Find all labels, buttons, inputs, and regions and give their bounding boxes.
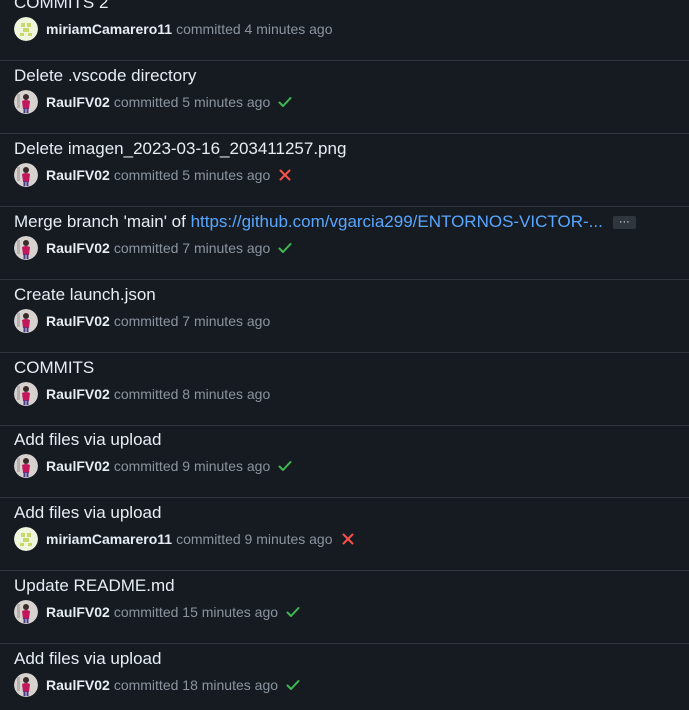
author-link[interactable]: RaulFV02 [46, 94, 110, 110]
commit-meta: RaulFV02 committed 9 minutes ago [14, 454, 293, 478]
commit-row[interactable]: Add files via upload miriamCamarero11 comm… [0, 499, 689, 571]
commit-meta: miriamCamarero11 committed 9 minutes ago [14, 527, 356, 551]
commit-action: committed [113, 94, 179, 110]
commit-message[interactable]: Add files via upload [14, 503, 161, 522]
commit-title[interactable]: Add files via upload [14, 649, 161, 669]
check-icon[interactable] [277, 458, 293, 474]
author-link[interactable]: RaulFV02 [46, 240, 110, 256]
commit-meta: RaulFV02 committed 5 minutes ago [14, 90, 293, 114]
commit-row[interactable]: Delete imagen_2023-03-16_203411257.png Ra… [0, 135, 689, 207]
author-link[interactable]: RaulFV02 [46, 313, 110, 329]
commit-row[interactable]: Update README.md RaulFV02 committed 15 min… [0, 572, 689, 644]
avatar[interactable] [14, 527, 38, 551]
commit-row[interactable]: COMMITS RaulFV02 committed 8 minutes ago [0, 354, 689, 426]
relative-time[interactable]: 7 minutes ago [182, 240, 270, 256]
author-link[interactable]: RaulFV02 [46, 604, 110, 620]
avatar[interactable] [14, 163, 38, 187]
relative-time[interactable]: 9 minutes ago [182, 458, 270, 474]
check-icon[interactable] [277, 94, 293, 110]
commit-message[interactable]: Delete imagen_2023-03-16_203411257.png [14, 139, 346, 158]
relative-time[interactable]: 4 minutes ago [245, 21, 333, 37]
x-icon[interactable] [340, 531, 356, 547]
commit-title[interactable]: Delete imagen_2023-03-16_203411257.png [14, 139, 346, 159]
avatar[interactable] [14, 90, 38, 114]
x-icon[interactable] [277, 167, 293, 183]
relative-time[interactable]: 8 minutes ago [182, 386, 270, 402]
commit-message[interactable]: COMMITS 2 [14, 0, 108, 12]
commit-action: committed [176, 21, 241, 37]
commit-meta: RaulFV02 committed 7 minutes ago [14, 236, 293, 260]
commit-title[interactable]: Add files via upload [14, 503, 161, 523]
commit-message[interactable]: Update README.md [14, 576, 175, 595]
avatar[interactable] [14, 673, 38, 697]
relative-time[interactable]: 7 minutes ago [182, 313, 270, 329]
avatar[interactable] [14, 600, 38, 624]
commit-action: committed [176, 531, 241, 547]
commit-action: committed [113, 240, 179, 256]
commit-meta: RaulFV02 committed 8 minutes ago [14, 382, 270, 406]
commit-action: committed [113, 604, 179, 620]
relative-time[interactable]: 5 minutes ago [182, 167, 270, 183]
avatar[interactable] [14, 454, 38, 478]
relative-time[interactable]: 18 minutes ago [182, 677, 278, 693]
commit-meta: RaulFV02 committed 15 minutes ago [14, 600, 301, 624]
commit-action: committed [113, 386, 179, 402]
commit-action: committed [113, 313, 179, 329]
commit-title[interactable]: Create launch.json [14, 285, 156, 305]
commit-message[interactable]: Delete .vscode directory [14, 66, 196, 85]
commit-row[interactable]: COMMITS 2 miriamCamarero11 committed 4 min… [0, 0, 689, 61]
commit-link[interactable]: https://github.com/vgarcia299/ENTORNOS-V… [191, 212, 603, 231]
commit-title[interactable]: Add files via upload [14, 430, 161, 450]
avatar[interactable] [14, 236, 38, 260]
author-link[interactable]: miriamCamarero11 [46, 21, 172, 37]
author-link[interactable]: miriamCamarero11 [46, 531, 172, 547]
relative-time[interactable]: 5 minutes ago [182, 94, 270, 110]
author-link[interactable]: RaulFV02 [46, 677, 110, 693]
commit-meta: RaulFV02 committed 18 minutes ago [14, 673, 301, 697]
commit-title[interactable]: COMMITS [14, 358, 94, 378]
commit-meta: RaulFV02 committed 7 minutes ago [14, 309, 270, 333]
commit-meta: miriamCamarero11 committed 4 minutes ago [14, 17, 333, 41]
commit-row[interactable]: Add files via upload RaulFV02 committed 9 … [0, 426, 689, 498]
commit-row[interactable]: Merge branch 'main' of https://github.co… [0, 208, 689, 280]
commit-row[interactable]: Add files via upload RaulFV02 committed 18… [0, 645, 689, 710]
commit-action: committed [113, 677, 179, 693]
author-link[interactable]: RaulFV02 [46, 386, 110, 402]
commit-message[interactable]: Merge branch 'main' of [14, 212, 191, 231]
commit-row[interactable]: Create launch.json RaulFV02 committed 7 mi… [0, 281, 689, 353]
avatar[interactable] [14, 382, 38, 406]
commit-title[interactable]: Merge branch 'main' of https://github.co… [14, 212, 636, 232]
commit-action: committed [113, 458, 179, 474]
commit-message[interactable]: COMMITS [14, 358, 94, 377]
commit-message[interactable]: Add files via upload [14, 430, 161, 449]
author-link[interactable]: RaulFV02 [46, 458, 110, 474]
commit-list: COMMITS 2 miriamCamarero11 committed 4 min… [0, 0, 689, 710]
check-icon[interactable] [277, 240, 293, 256]
commit-meta: RaulFV02 committed 5 minutes ago [14, 163, 293, 187]
commit-message[interactable]: Add files via upload [14, 649, 161, 668]
avatar[interactable] [14, 309, 38, 333]
commit-title[interactable]: Update README.md [14, 576, 175, 596]
expand-message-button[interactable]: ··· [612, 216, 636, 229]
commit-row[interactable]: Delete .vscode directory RaulFV02 committe… [0, 62, 689, 134]
avatar[interactable] [14, 17, 38, 41]
relative-time[interactable]: 15 minutes ago [182, 604, 278, 620]
commit-message[interactable]: Create launch.json [14, 285, 156, 304]
relative-time[interactable]: 9 minutes ago [245, 531, 333, 547]
author-link[interactable]: RaulFV02 [46, 167, 110, 183]
check-icon[interactable] [285, 604, 301, 620]
commit-title[interactable]: COMMITS 2 [14, 0, 108, 13]
commit-action: committed [113, 167, 179, 183]
commit-title[interactable]: Delete .vscode directory [14, 66, 196, 86]
check-icon[interactable] [285, 677, 301, 693]
